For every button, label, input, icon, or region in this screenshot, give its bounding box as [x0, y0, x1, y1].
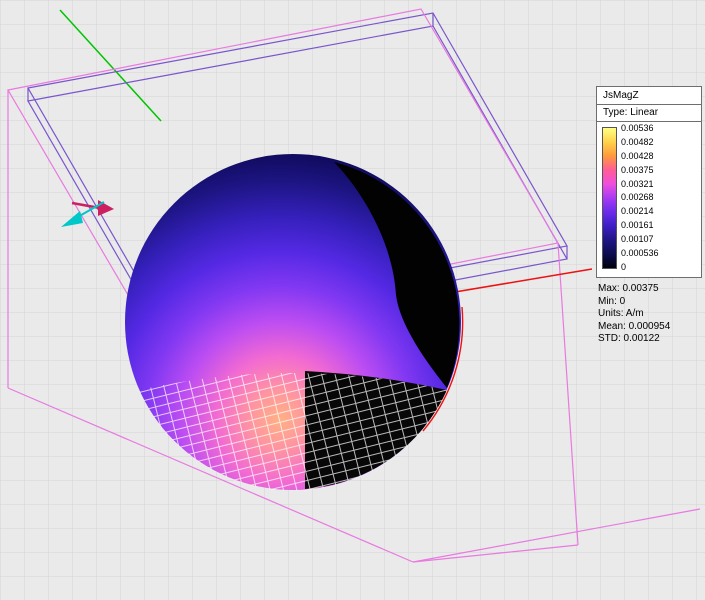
colorbar-tick: 0.00482: [621, 138, 659, 147]
colorbar-tick: 0.000536: [621, 249, 659, 258]
colorbar-tick: 0.00268: [621, 193, 659, 202]
colorbar-tick: 0.00161: [621, 221, 659, 230]
colorbar-tick: 0.00536: [621, 124, 659, 133]
stat-min: Min: 0: [598, 296, 702, 309]
stat-units: Units: A/m: [598, 308, 702, 321]
legend-colorbar-panel: 0.00536 0.00482 0.00428 0.00375 0.00321 …: [596, 121, 702, 278]
colorbar-gradient: [602, 127, 617, 269]
colorbar-tick: 0.00375: [621, 166, 659, 175]
colorbar-tick: 0.00107: [621, 235, 659, 244]
colorbar-tick: 0.00214: [621, 207, 659, 216]
colorbar-tick: 0.00428: [621, 152, 659, 161]
simulation-window: JsMagZ Type: Linear 0.00536 0.00482 0.00…: [0, 0, 705, 600]
stat-std: STD: 0.00122: [598, 333, 702, 346]
colorbar-tick: 0.00321: [621, 180, 659, 189]
colorbar-labels: 0.00536 0.00482 0.00428 0.00375 0.00321 …: [621, 124, 659, 272]
legend-stats: Max: 0.00375 Min: 0 Units: A/m Mean: 0.0…: [596, 283, 702, 346]
legend-title[interactable]: JsMagZ: [596, 86, 702, 105]
stat-mean: Mean: 0.000954: [598, 321, 702, 334]
legend-scale-type[interactable]: Type: Linear: [596, 104, 702, 122]
results-legend: JsMagZ Type: Linear 0.00536 0.00482 0.00…: [596, 86, 702, 346]
stat-max: Max: 0.00375: [598, 283, 702, 296]
colorbar-tick: 0: [621, 263, 659, 272]
